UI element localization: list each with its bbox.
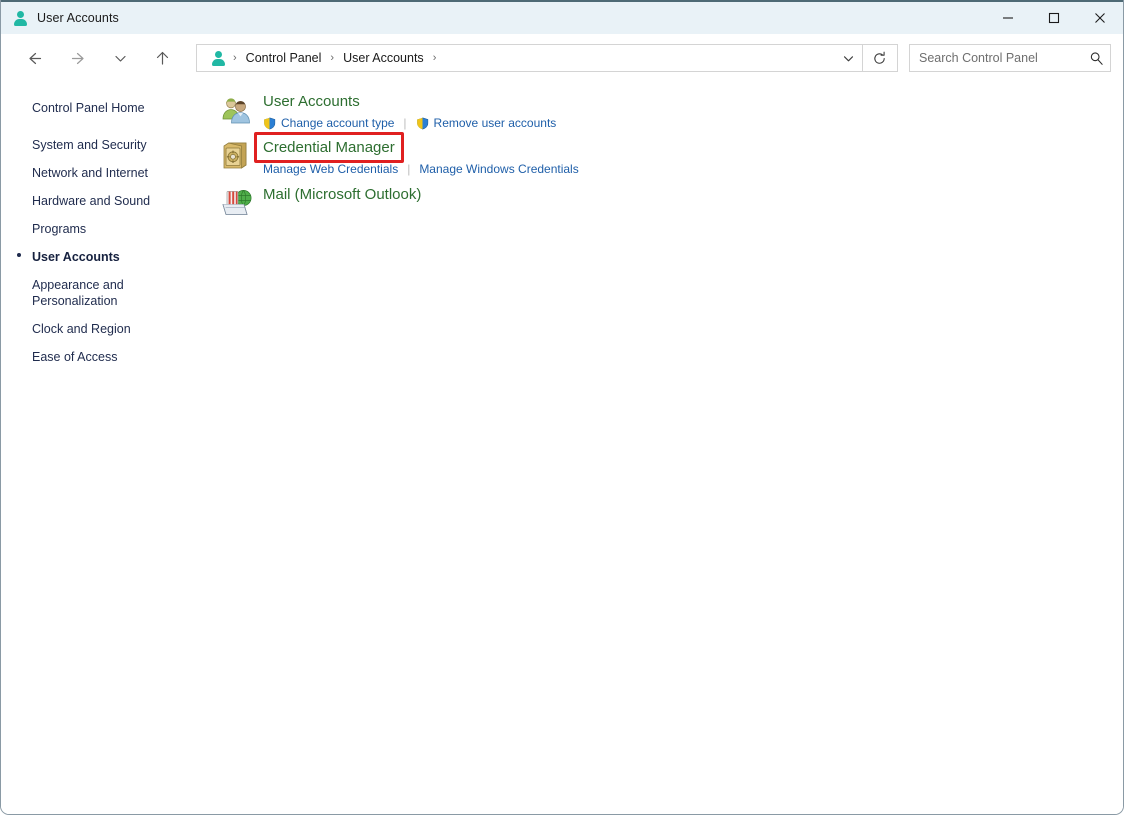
user-account-icon	[12, 10, 28, 26]
minimize-button[interactable]	[985, 2, 1031, 34]
navigation-bar: › Control Panel › User Accounts ›	[1, 34, 1123, 82]
link-label: Manage Web Credentials	[263, 162, 399, 176]
breadcrumb-control-panel[interactable]: Control Panel	[244, 49, 324, 67]
magnifier-glyph	[1090, 51, 1103, 65]
users-icon	[219, 93, 253, 127]
category-links: Change account type | Remove user accoun…	[261, 115, 556, 131]
search-input[interactable]	[910, 45, 1082, 71]
category-credential-manager: Credential Manager Manage Web Credential…	[213, 136, 1123, 177]
link-separator: |	[407, 162, 411, 176]
back-arrow-icon	[28, 52, 41, 64]
breadcrumb-user-accounts[interactable]: User Accounts	[341, 49, 426, 67]
sidebar: Control Panel Home System and Security N…	[1, 82, 213, 814]
link-label: Change account type	[281, 116, 395, 130]
sidebar-item-control-panel-home[interactable]: Control Panel Home	[1, 97, 212, 119]
maximize-button[interactable]	[1031, 2, 1077, 34]
window-title: User Accounts	[37, 11, 119, 25]
category-list: User Accounts Change account type | Remo…	[213, 82, 1123, 814]
uac-shield-icon	[264, 117, 276, 129]
chevron-down-icon	[843, 55, 853, 61]
up-arrow-icon	[156, 51, 168, 65]
breadcrumb-separator: ›	[432, 52, 437, 64]
address-bar[interactable]: › Control Panel › User Accounts ›	[196, 44, 898, 72]
category-title-credential-manager[interactable]: Credential Manager	[261, 136, 397, 159]
uac-shield-icon	[416, 117, 428, 129]
category-title-mail[interactable]: Mail (Microsoft Outlook)	[261, 183, 423, 206]
sidebar-item-system-and-security[interactable]: System and Security	[1, 134, 212, 156]
mail-icon	[219, 186, 253, 220]
sidebar-item-appearance-and-personalization[interactable]: Appearance and Personalization	[1, 274, 212, 312]
recent-locations-button[interactable]	[105, 43, 135, 73]
category-body: User Accounts Change account type | Remo…	[261, 90, 556, 131]
users-glyph	[222, 98, 250, 124]
control-panel-window: User Accounts › Control Panel › User Acc…	[0, 0, 1124, 815]
title-bar: User Accounts	[1, 0, 1123, 34]
breadcrumb-separator: ›	[233, 52, 237, 64]
title-bar-left: User Accounts	[1, 2, 119, 34]
vault-icon	[219, 139, 253, 173]
sidebar-item-user-accounts[interactable]: User Accounts	[1, 246, 212, 268]
user-account-icon	[210, 50, 226, 66]
breadcrumb-separator: ›	[330, 52, 335, 64]
window-controls	[985, 2, 1123, 34]
category-body: Mail (Microsoft Outlook)	[261, 183, 423, 206]
refresh-icon	[873, 51, 885, 64]
link-label: Manage Windows Credentials	[419, 162, 579, 176]
sidebar-item-ease-of-access[interactable]: Ease of Access	[1, 346, 212, 368]
category-mail: Mail (Microsoft Outlook)	[213, 183, 1123, 220]
category-user-accounts: User Accounts Change account type | Remo…	[213, 90, 1123, 131]
link-manage-windows-credentials[interactable]: Manage Windows Credentials	[419, 161, 578, 177]
forward-button[interactable]	[63, 43, 93, 73]
category-links: Manage Web Credentials | Manage Windows …	[261, 161, 579, 177]
sidebar-item-hardware-and-sound[interactable]: Hardware and Sound	[1, 190, 212, 212]
link-change-account-type[interactable]: Change account type	[263, 115, 394, 131]
address-dropdown-button[interactable]	[834, 45, 862, 71]
back-button[interactable]	[19, 43, 49, 73]
sidebar-item-clock-and-region[interactable]: Clock and Region	[1, 318, 212, 340]
search-box[interactable]	[909, 44, 1111, 72]
chevron-down-icon	[114, 55, 126, 62]
category-body: Credential Manager Manage Web Credential…	[261, 136, 579, 177]
link-separator: |	[403, 116, 407, 130]
minimize-icon	[1003, 17, 1013, 19]
close-button[interactable]	[1077, 2, 1123, 34]
link-label: Remove user accounts	[433, 116, 557, 130]
link-manage-web-credentials[interactable]: Manage Web Credentials	[263, 161, 398, 177]
close-icon	[1095, 13, 1105, 23]
sidebar-item-programs[interactable]: Programs	[1, 218, 212, 240]
content-area: Control Panel Home System and Security N…	[1, 82, 1123, 814]
sidebar-item-network-and-internet[interactable]: Network and Internet	[1, 162, 212, 184]
link-remove-user-accounts[interactable]: Remove user accounts	[416, 115, 557, 131]
maximize-icon	[1048, 12, 1060, 24]
up-button[interactable]	[147, 43, 177, 73]
refresh-button[interactable]	[862, 45, 895, 71]
category-title-user-accounts[interactable]: User Accounts	[261, 90, 362, 113]
forward-arrow-icon	[71, 52, 84, 64]
mail-glyph	[222, 190, 252, 215]
search-icon[interactable]	[1082, 45, 1110, 71]
vault-glyph	[223, 142, 247, 169]
